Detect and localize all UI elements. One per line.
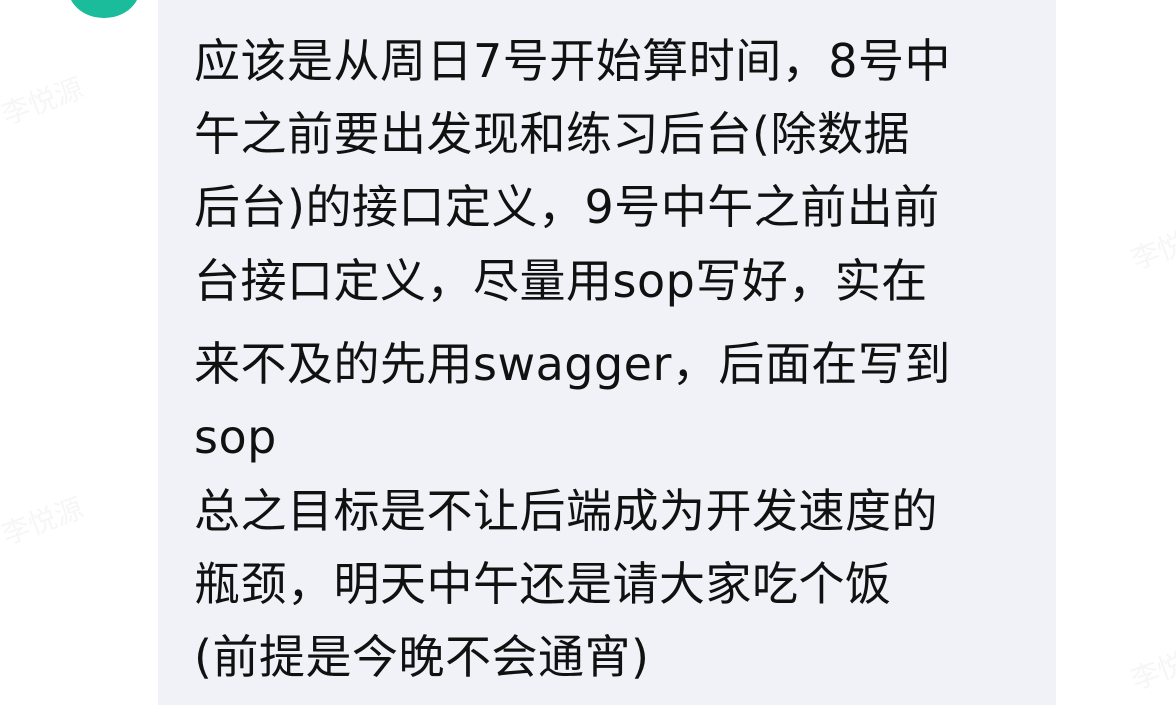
watermark: 李悦 bbox=[1126, 226, 1176, 277]
user-avatar[interactable] bbox=[68, 0, 140, 18]
message-line: 总之目标是不让后端成为开发速度的 bbox=[194, 484, 938, 538]
watermark: 李悦 bbox=[1126, 646, 1176, 697]
message-line: 台接口定义，尽量用sop写好，实在 bbox=[194, 254, 928, 308]
message-line: (前提是今晚不会通宵) bbox=[194, 630, 650, 684]
watermark: 李悦源 bbox=[0, 491, 88, 552]
watermark: 李悦源 bbox=[0, 71, 88, 132]
message-line: 午之前要出发现和练习后台(除数据 bbox=[194, 107, 910, 161]
message-line: sop bbox=[194, 410, 277, 464]
message-line: 应该是从周日7号开始算时间，8号中 bbox=[194, 34, 952, 88]
message-line: 后台)的接口定义，9号中午之前出前 bbox=[194, 180, 940, 234]
message-line: 瓶颈，明天中午还是请大家吃个饭 bbox=[194, 557, 892, 611]
message-line: 来不及的先用swagger，后面在写到 bbox=[194, 337, 951, 391]
